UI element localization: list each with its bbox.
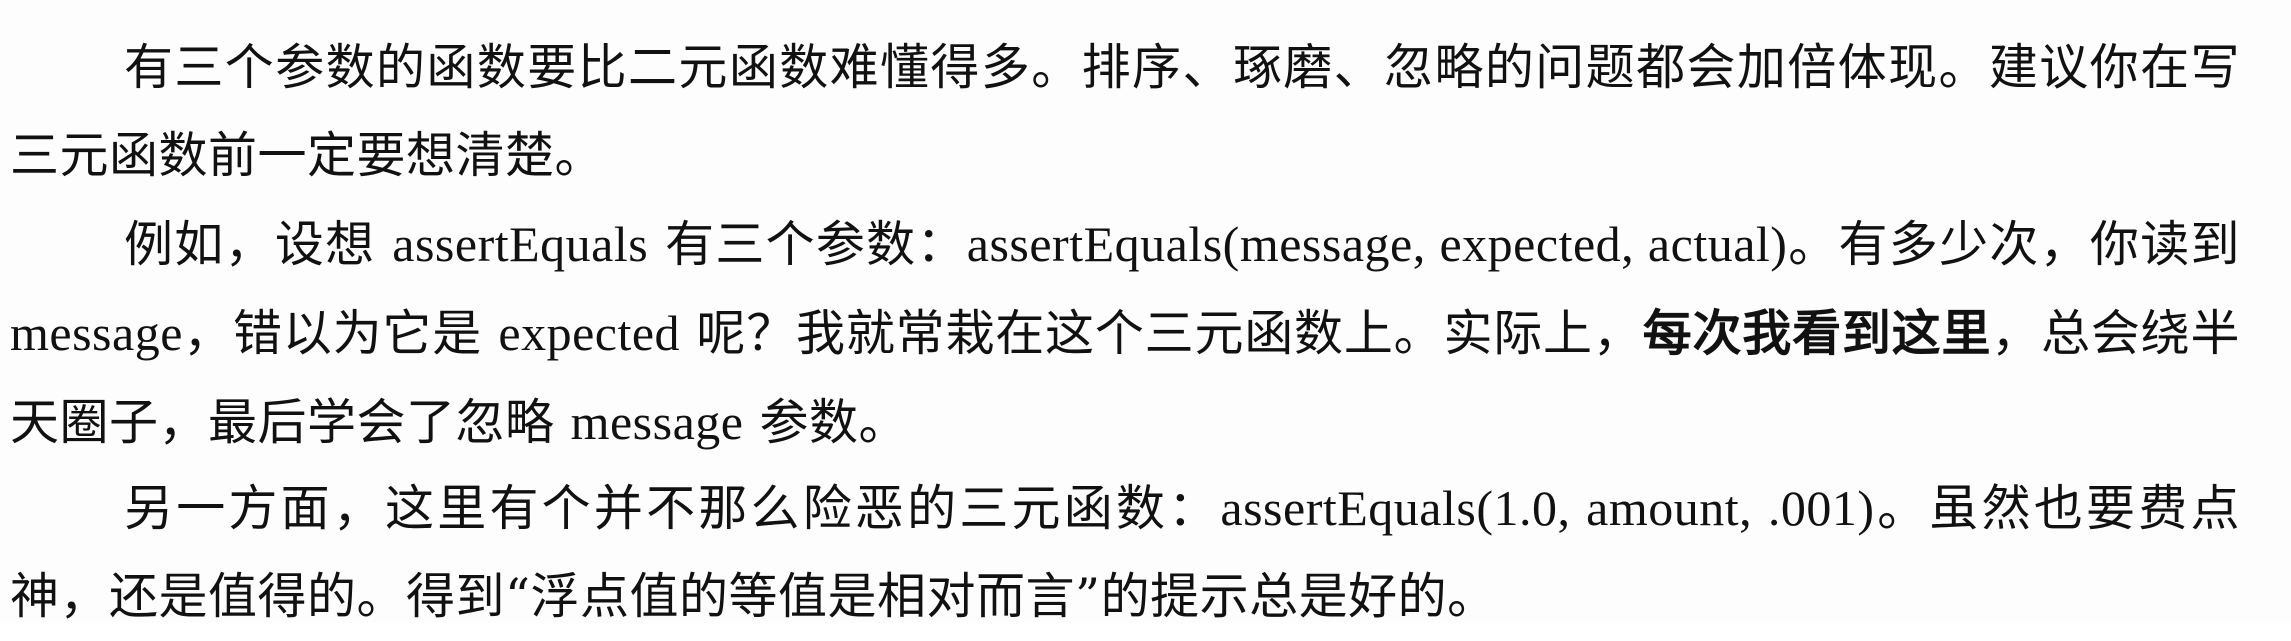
text-segment: ，错以为它是 <box>182 305 499 362</box>
code-term: assertEquals(1.0, amount, .001) <box>1220 480 1875 536</box>
text-segment: 参数。 <box>743 394 909 451</box>
code-term: expected <box>498 305 681 361</box>
code-term: assertEquals(message, expected, actual) <box>966 216 1788 272</box>
paragraph-assert-equals-example: 例如，设想 assertEquals 有三个参数：assertEquals(me… <box>10 200 2240 467</box>
text-segment: 有三个参数： <box>648 216 967 273</box>
text-segment: 例如，设想 <box>124 216 393 273</box>
paragraph-three-argument-functions: 有三个参数的函数要比二元函数难懂得多。排序、琢磨、忽略的问题都会加倍体现。建议你… <box>10 39 2240 184</box>
paragraph-benign-triad: 另一方面，这里有个并不那么险恶的三元函数：assertEquals(1.0, a… <box>10 464 2240 641</box>
emphasized-text: 每次我看到这里 <box>1642 305 1992 362</box>
text-segment: 呢？我就常栽在这个三元函数上。实际上， <box>680 305 1643 362</box>
text-segment: 另一方面，这里有个并不那么险恶的三元函数： <box>124 480 1221 537</box>
code-term: message <box>570 394 744 450</box>
code-term: message <box>10 305 183 361</box>
text-segment: 。有多少次，你读到 <box>1787 216 2240 273</box>
code-term: assertEquals <box>392 216 649 272</box>
document-page: 有三个参数的函数要比二元函数难懂得多。排序、琢磨、忽略的问题都会加倍体现。建议你… <box>0 0 2291 625</box>
